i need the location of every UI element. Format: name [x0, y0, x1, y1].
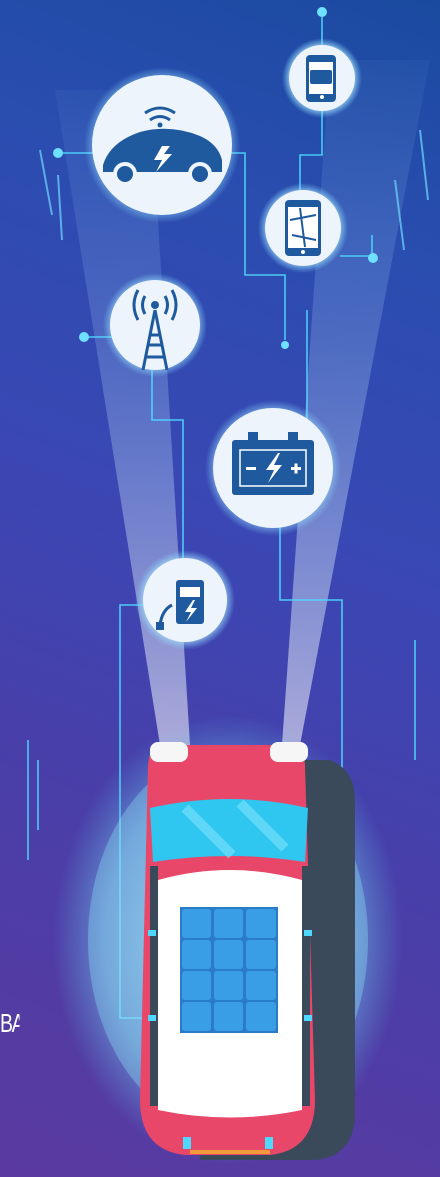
side-text-fragment: ВА: [0, 1008, 20, 1038]
connected-electric-car-icon: [84, 67, 240, 223]
radio-tower-icon: [103, 273, 207, 377]
scene: [27, 7, 430, 1165]
electric-car-illustration: [53, 715, 403, 1165]
smartphone-card-payment-icon: [282, 38, 362, 118]
solar-panel: [180, 907, 278, 1033]
charging-station-icon: [135, 550, 235, 650]
smartphone-map-icon: [258, 183, 348, 273]
headlight-beam-right: [282, 60, 430, 745]
car-battery-icon: [205, 400, 341, 536]
